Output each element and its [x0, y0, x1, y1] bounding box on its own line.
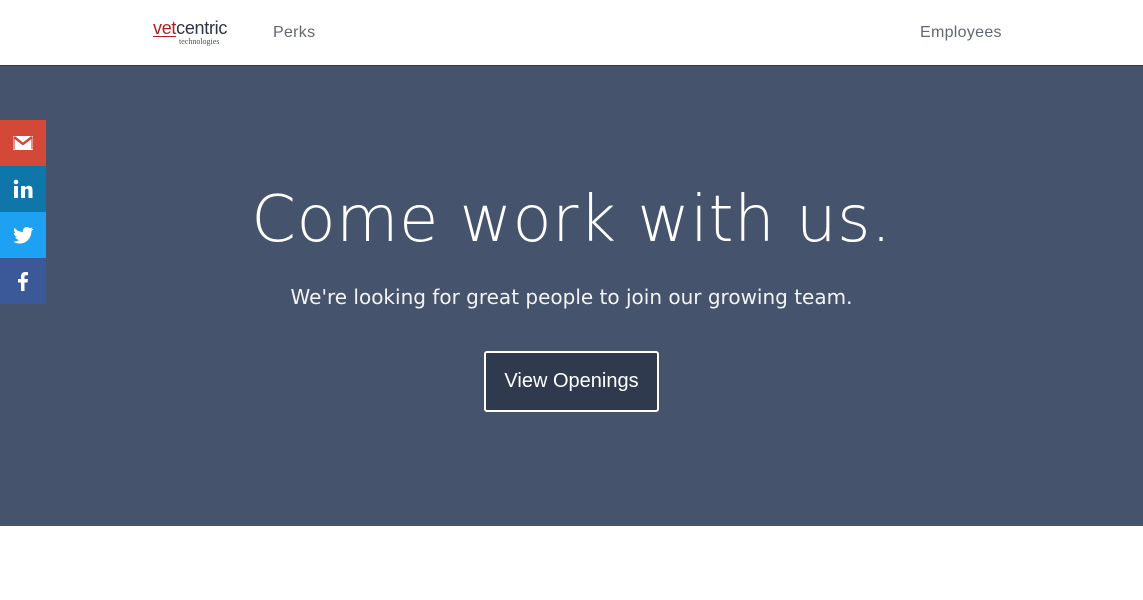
page-content-area: [0, 526, 1143, 600]
gmail-icon: [13, 136, 33, 150]
twitter-icon: [13, 227, 34, 244]
linkedin-share-button[interactable]: [0, 166, 46, 212]
top-navbar: vetcentric technologies Perks Employees: [0, 0, 1143, 66]
nav-link-perks[interactable]: Perks: [273, 24, 315, 42]
vetcentric-logo[interactable]: vetcentric technologies: [153, 18, 233, 48]
gmail-share-button[interactable]: [0, 120, 46, 166]
facebook-share-button[interactable]: [0, 258, 46, 304]
logo-main-text: centric: [176, 18, 228, 38]
facebook-icon: [18, 272, 28, 291]
twitter-share-button[interactable]: [0, 212, 46, 258]
logo-accent-text: vet: [153, 18, 177, 38]
social-share-bar: [0, 120, 46, 304]
logo-tagline: technologies: [179, 37, 220, 46]
hero-subtitle: We're looking for great people to join o…: [290, 285, 853, 309]
linkedin-icon: [13, 179, 33, 198]
logo-wordmark: vetcentric: [153, 18, 227, 38]
hero-title: Come work with us.: [251, 183, 892, 257]
view-openings-button[interactable]: View Openings: [484, 351, 659, 412]
nav-link-employees[interactable]: Employees: [920, 24, 1002, 42]
hero-section: Come work with us. We're looking for gre…: [0, 66, 1143, 526]
